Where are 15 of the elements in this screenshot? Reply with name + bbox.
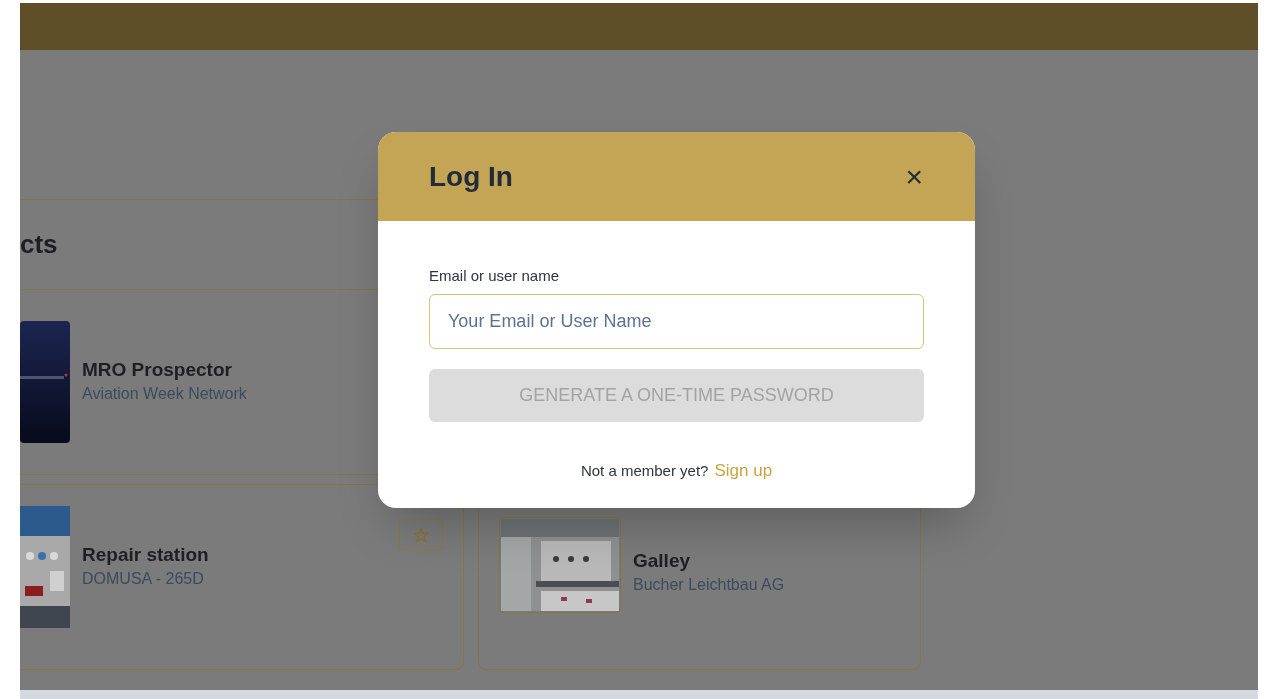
star-icon xyxy=(413,526,429,543)
product-name: Galley xyxy=(633,549,692,573)
company-name: Aviation Week Network xyxy=(82,384,247,404)
close-button[interactable]: × xyxy=(905,161,923,192)
company-name: Bucher Leichtbau AG xyxy=(633,575,785,595)
dialog-title: Log In xyxy=(429,159,513,194)
section-heading: cts xyxy=(20,228,58,261)
signup-prompt: Not a member yet? xyxy=(580,460,709,481)
company-name: DOMUSA - 265D xyxy=(82,569,205,589)
product-name: MRO Prospector xyxy=(82,358,233,382)
product-name: Repair station xyxy=(82,543,209,567)
email-field[interactable]: Your Email or User Name xyxy=(429,293,924,349)
signup-link[interactable]: Sign up xyxy=(714,457,773,483)
favorite-button[interactable] xyxy=(399,519,443,550)
field-label: Email or user name xyxy=(429,266,561,286)
